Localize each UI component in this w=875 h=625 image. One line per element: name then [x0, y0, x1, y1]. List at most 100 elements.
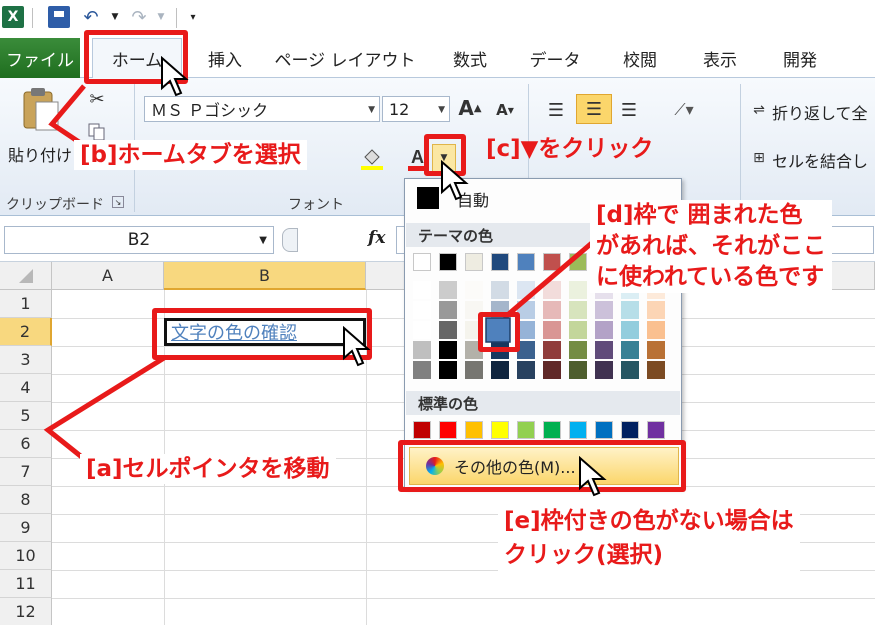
standard-color-swatch[interactable] — [543, 421, 561, 439]
theme-tint-swatch[interactable] — [647, 321, 665, 339]
standard-color-swatch[interactable] — [517, 421, 535, 439]
theme-color-swatch[interactable] — [543, 253, 561, 271]
theme-tint-swatch[interactable] — [517, 361, 535, 379]
theme-color-swatch[interactable] — [439, 253, 457, 271]
theme-tint-swatch[interactable] — [621, 321, 639, 339]
theme-color-swatch[interactable] — [491, 253, 509, 271]
theme-tint-swatch[interactable] — [569, 361, 587, 379]
theme-tint-swatch[interactable] — [595, 301, 613, 319]
copy-icon[interactable] — [86, 122, 108, 142]
row-header-4[interactable]: 4 — [0, 374, 52, 402]
row-header-2[interactable]: 2 — [0, 318, 52, 346]
theme-color-swatch[interactable] — [465, 253, 483, 271]
row-header-5[interactable]: 5 — [0, 402, 52, 430]
theme-tint-swatch[interactable] — [413, 281, 431, 299]
theme-tint-swatch[interactable] — [621, 341, 639, 359]
theme-tint-swatch[interactable] — [413, 361, 431, 379]
tab-page-layout[interactable]: ページ レイアウト — [270, 38, 420, 78]
align-top-icon[interactable]: ☰ — [540, 96, 572, 124]
theme-color-swatch[interactable] — [569, 253, 587, 271]
theme-tint-swatch[interactable] — [543, 281, 561, 299]
theme-tint-swatch[interactable] — [647, 341, 665, 359]
theme-tint-swatch[interactable] — [491, 281, 509, 299]
theme-tint-swatch[interactable] — [465, 361, 483, 379]
column-header-b[interactable]: B — [164, 262, 366, 290]
theme-tint-swatch[interactable] — [439, 281, 457, 299]
theme-tint-swatch[interactable] — [543, 361, 561, 379]
theme-tint-swatch[interactable] — [569, 301, 587, 319]
theme-tint-swatch[interactable] — [465, 281, 483, 299]
theme-tint-swatch[interactable] — [439, 361, 457, 379]
standard-color-swatch[interactable] — [647, 421, 665, 439]
wrap-text-icon[interactable]: ⇌ — [748, 100, 770, 120]
tab-file[interactable]: ファイル — [0, 38, 80, 78]
undo-icon[interactable]: ↶ — [80, 6, 102, 28]
redo-dropdown-icon[interactable]: ▼ — [150, 6, 172, 28]
row-header-12[interactable]: 12 — [0, 598, 52, 625]
row-header-6[interactable]: 6 — [0, 430, 52, 458]
theme-tint-swatch[interactable] — [439, 341, 457, 359]
theme-tint-swatch[interactable] — [543, 301, 561, 319]
theme-tint-swatch[interactable] — [595, 321, 613, 339]
tab-data[interactable]: データ — [520, 38, 590, 78]
fill-color-icon[interactable] — [358, 144, 386, 172]
insert-function-icon[interactable]: fx — [368, 228, 385, 248]
clipboard-launcher-icon[interactable]: ↘ — [112, 196, 124, 208]
grow-font-icon[interactable]: A ▲ — [458, 94, 482, 122]
orientation-icon[interactable]: ⟋▾ — [664, 96, 704, 124]
paste-icon[interactable] — [20, 86, 60, 132]
standard-color-swatch[interactable] — [569, 421, 587, 439]
standard-color-swatch[interactable] — [465, 421, 483, 439]
theme-tint-swatch[interactable] — [439, 301, 457, 319]
theme-color-swatch[interactable] — [517, 253, 535, 271]
tab-review[interactable]: 校閲 — [600, 38, 680, 78]
theme-tint-swatch[interactable] — [439, 321, 457, 339]
cut-icon[interactable]: ✂ — [86, 88, 108, 110]
tab-developer[interactable]: 開発 — [760, 38, 840, 78]
font-name-select[interactable]: ＭＳ Ｐゴシック ▼ — [144, 96, 380, 122]
row-header-7[interactable]: 7 — [0, 458, 52, 486]
row-header-1[interactable]: 1 — [0, 290, 52, 318]
tab-view[interactable]: 表示 — [690, 38, 750, 78]
theme-tint-swatch[interactable] — [517, 281, 535, 299]
column-header-a[interactable]: A — [52, 262, 164, 290]
save-icon[interactable] — [48, 6, 70, 28]
align-bottom-icon[interactable]: ☰ — [614, 96, 644, 124]
tab-formulas[interactable]: 数式 — [430, 38, 510, 78]
merge-cells-icon[interactable]: ⊞ — [748, 148, 770, 168]
standard-color-swatch[interactable] — [413, 421, 431, 439]
theme-tint-swatch[interactable] — [647, 301, 665, 319]
theme-tint-swatch[interactable] — [595, 341, 613, 359]
theme-tint-swatch[interactable] — [413, 321, 431, 339]
theme-tint-swatch[interactable] — [543, 321, 561, 339]
standard-color-swatch[interactable] — [621, 421, 639, 439]
standard-color-swatch[interactable] — [491, 421, 509, 439]
theme-tint-swatch[interactable] — [569, 281, 587, 299]
row-header-9[interactable]: 9 — [0, 514, 52, 542]
merge-cells-button[interactable]: セルを結合し — [772, 148, 868, 172]
row-header-11[interactable]: 11 — [0, 570, 52, 598]
wrap-text-button[interactable]: 折り返して全 — [772, 100, 868, 124]
theme-color-swatch[interactable] — [413, 253, 431, 271]
paste-label[interactable]: 貼り付け — [8, 142, 72, 166]
tab-insert[interactable]: 挿入 — [190, 38, 260, 78]
customize-qat-icon[interactable]: ▾ — [182, 6, 204, 28]
theme-tint-swatch[interactable] — [569, 341, 587, 359]
theme-tint-swatch[interactable] — [543, 341, 561, 359]
row-header-8[interactable]: 8 — [0, 486, 52, 514]
standard-color-swatch[interactable] — [439, 421, 457, 439]
automatic-color-swatch[interactable] — [417, 187, 439, 209]
standard-color-swatch[interactable] — [595, 421, 613, 439]
row-header-10[interactable]: 10 — [0, 542, 52, 570]
shrink-font-icon[interactable]: A ▼ — [494, 98, 516, 122]
font-size-select[interactable]: 12 ▼ — [382, 96, 450, 122]
theme-tint-swatch[interactable] — [621, 361, 639, 379]
theme-tint-swatch[interactable] — [569, 321, 587, 339]
formula-bar-resize-handle[interactable] — [282, 228, 298, 252]
theme-tint-swatch[interactable] — [491, 361, 509, 379]
theme-tint-swatch[interactable] — [647, 361, 665, 379]
align-middle-icon[interactable]: ☰ — [576, 94, 612, 124]
theme-tint-swatch[interactable] — [595, 361, 613, 379]
theme-tint-swatch[interactable] — [413, 341, 431, 359]
name-box[interactable]: B2 ▼ — [4, 226, 274, 254]
